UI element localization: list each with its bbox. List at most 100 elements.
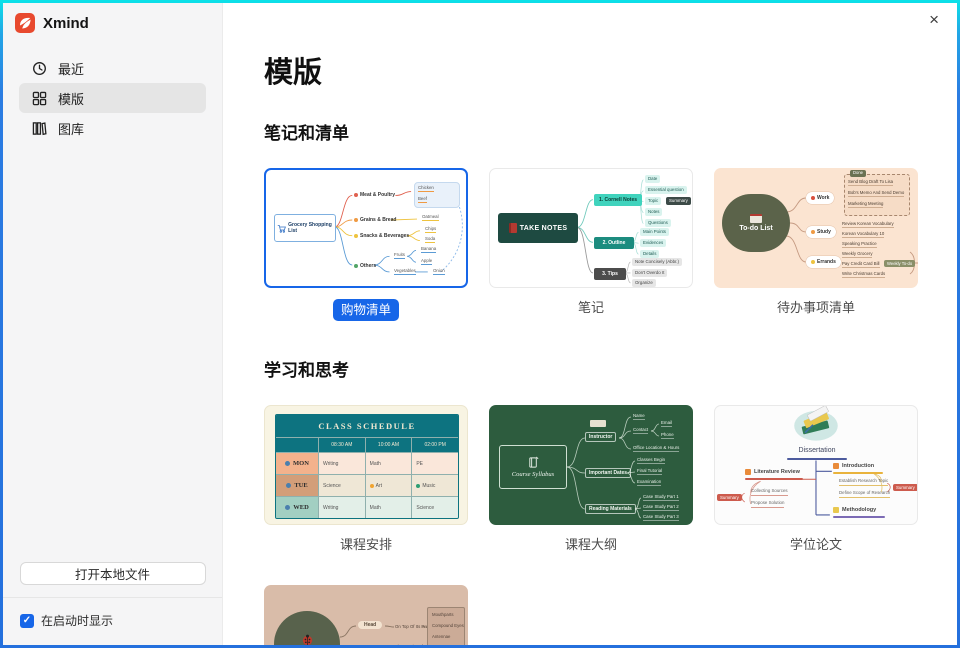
mindmap-branch: Introduction: [842, 463, 874, 469]
schedule-cell: Writing: [319, 453, 365, 474]
mindmap-branch: Errands: [806, 256, 841, 268]
mindmap-root: Grocery Shopping List: [274, 214, 336, 242]
mindmap-node: Office Location & Hours: [633, 445, 679, 452]
mindmap-root: To-do List: [722, 194, 790, 252]
template-card-class-schedule[interactable]: CLASS SCHEDULE 08:30 AM 10:00 AM 02:00 P…: [264, 405, 468, 525]
mindmap-node: Email: [661, 420, 672, 427]
schedule-cell: Art: [366, 475, 412, 496]
schedule-time: 10:00 AM: [366, 438, 412, 452]
mindmap-branch: Others: [354, 263, 376, 269]
mindmap-number-icon: [833, 463, 839, 469]
schedule-cell: Math: [366, 453, 412, 474]
mindmap-node: Banana: [421, 246, 436, 253]
mindmap-number-icon: [833, 507, 839, 513]
mindmap-node: Evidences: [640, 239, 666, 247]
template-notes: TAKE NOTES 1. Cornell Notes Date Essenti…: [489, 168, 693, 321]
schedule-cell: Science: [412, 497, 458, 518]
mindmap-node: Mouthparts: [432, 612, 454, 618]
mindmap-node: Contact: [633, 427, 648, 434]
schedule-time: 02:00 PM: [412, 438, 458, 452]
section-title-study-thinking: 学习和思考: [264, 356, 957, 381]
mindmap-node: Case Study Part 2: [643, 504, 679, 511]
open-local-file-button[interactable]: 打开本地文件: [20, 562, 206, 585]
template-card-shopping-list[interactable]: Grocery Shopping List Meat & Poultry Gra…: [264, 168, 468, 288]
startup-row: ✓ 在启动时显示: [3, 598, 222, 645]
mindmap-node: Speaking Practice: [842, 241, 877, 248]
library-icon: [32, 121, 47, 136]
schedule-title: CLASS SCHEDULE: [276, 415, 458, 437]
mindmap-sticker: [590, 420, 606, 427]
book-icon: [527, 456, 540, 469]
schedule-day: MON: [276, 453, 318, 474]
grid-icon: [32, 91, 47, 106]
mindmap-branch: Literature Review: [754, 469, 800, 475]
mindmap-branch: Grains & Bread: [354, 217, 396, 223]
mindmap-node: Main Points: [640, 228, 669, 236]
mindmap-node: Details: [640, 250, 659, 258]
mindmap-branch-bar: [833, 472, 883, 474]
mindmap-node: Don't Overdo It: [632, 269, 667, 277]
mindmap-summary: Summary: [893, 484, 918, 491]
mindmap-branch: Study: [806, 226, 836, 238]
mindmap-tag: Done: [850, 170, 866, 177]
template-dissertation: Dissertation Literature Review Collectin…: [714, 405, 918, 554]
mindmap-node: Chips: [425, 226, 436, 233]
mindmap-node: Note Concisely (Abbr.): [632, 258, 682, 266]
schedule-cell: PE: [412, 453, 458, 474]
mindmap-node: Weekly Grocery: [842, 251, 872, 258]
sidebar-item-label: 图库: [58, 119, 84, 138]
template-class-schedule: CLASS SCHEDULE 08:30 AM 10:00 AM 02:00 P…: [264, 405, 468, 554]
template-card-course-syllabus[interactable]: Course Syllabus Instructor Name Contact …: [489, 405, 693, 525]
mindmap-node: Korean Vocabulary 10: [842, 231, 884, 238]
show-on-startup-checkbox[interactable]: ✓: [20, 614, 34, 628]
mindmap-tag: Weekly To-do: [884, 260, 915, 267]
mindmap-connectors: [715, 406, 917, 525]
mindmap-node: Questions: [645, 219, 671, 227]
schedule-day: WED: [276, 497, 318, 518]
mindmap-node: Fruits: [394, 252, 405, 259]
mindmap-branch: Methodology: [842, 507, 876, 513]
mindmap-node: Case Study Part 1: [643, 494, 679, 501]
mindmap-node: Bob's Memo And Send Demo: [848, 190, 904, 197]
mindmap-branch: 1. Cornell Notes: [594, 194, 642, 206]
mindmap-node: Propose Solution: [751, 500, 784, 508]
template-label: 课程大纲: [565, 536, 617, 554]
mindmap-branch: Meat & Poultry: [354, 192, 395, 198]
template-label: 课程安排: [340, 536, 392, 554]
app-title: Xmind: [43, 15, 89, 32]
sidebar-item-recent[interactable]: 最近: [19, 53, 206, 83]
mindmap-node: Organize: [632, 279, 656, 287]
page-title: 模版: [264, 49, 957, 91]
mindmap-node: Name: [633, 413, 645, 420]
sidebar-item-gallery[interactable]: 图库: [19, 113, 206, 143]
mindmap-branch: Reading Materials: [585, 504, 636, 514]
template-card-notes[interactable]: TAKE NOTES 1. Cornell Notes Date Essenti…: [489, 168, 693, 288]
mindmap-root-label: To-do List: [739, 225, 772, 232]
mindmap-root-bar: [787, 458, 847, 460]
template-shopping-list: Grocery Shopping List Meat & Poultry Gra…: [264, 168, 468, 321]
close-icon[interactable]: ×: [929, 11, 939, 28]
mindmap-branch: Work: [806, 192, 834, 204]
mindmap-node: Define Scope of Research: [839, 490, 890, 498]
mindmap-root: TAKE NOTES: [498, 213, 578, 243]
template-card-dissertation[interactable]: Dissertation Literature Review Collectin…: [714, 405, 918, 525]
mindmap-branch: Important Dates: [585, 468, 631, 478]
template-label-selected: 购物清单: [333, 299, 399, 321]
schedule-cell: Science: [319, 475, 365, 496]
template-ladybug: Ladybug Head On Top Of Its Pronotum Mout…: [264, 585, 468, 645]
mindmap-node: Case Study Part 3: [643, 514, 679, 521]
xmind-logo-icon: [15, 13, 35, 33]
notebook-icon: [509, 223, 517, 233]
mindmap-node: Examination: [637, 479, 661, 486]
mindmap-root-label: Course Syllabus: [512, 471, 554, 478]
sidebar-bottom: 打开本地文件 ✓ 在启动时显示: [3, 562, 222, 645]
mindmap-branch-bar: [745, 478, 803, 480]
mindmap-node: Vegetables: [394, 268, 416, 275]
template-card-ladybug[interactable]: Ladybug Head On Top Of Its Pronotum Mout…: [264, 585, 468, 645]
mindmap-node: Send Blog Draft To Lisa: [848, 179, 893, 186]
mindmap-node: Oatmeal: [422, 214, 439, 221]
window-frame: Xmind 最近 模版 图库 打开本地文件: [0, 0, 960, 648]
cards-row-3: Ladybug Head On Top Of Its Pronotum Mout…: [264, 585, 957, 645]
sidebar-item-templates[interactable]: 模版: [19, 83, 206, 113]
template-card-todo-list[interactable]: To-do List Work Study Errands Done Send …: [714, 168, 918, 288]
